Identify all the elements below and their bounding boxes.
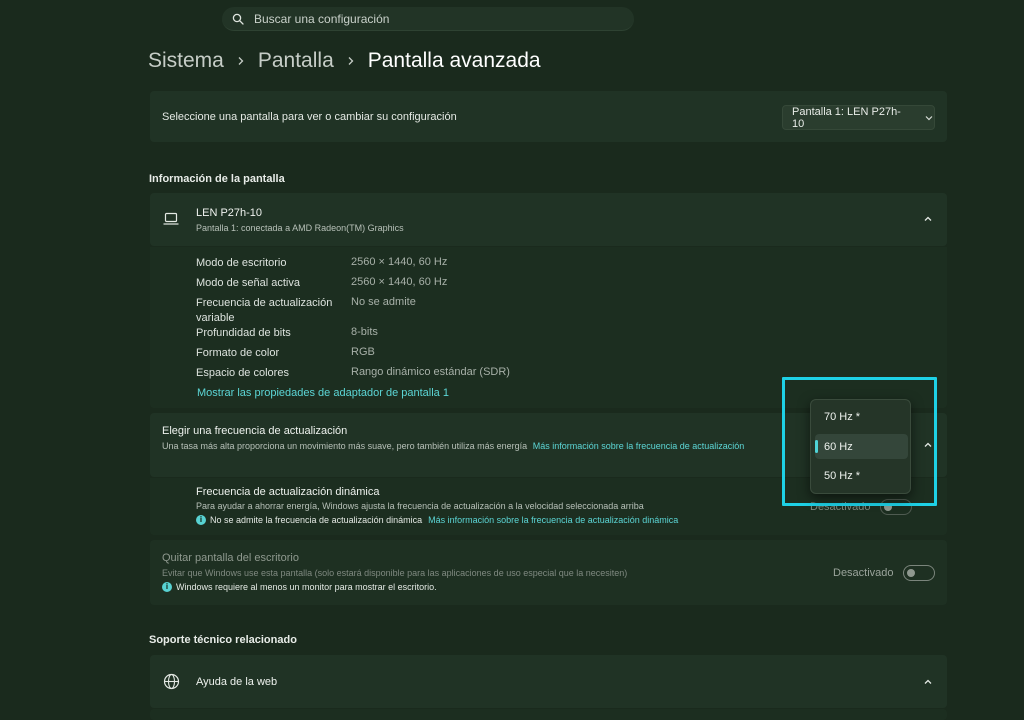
monitor-header[interactable] xyxy=(150,193,947,246)
breadcrumb: Sistema Pantalla Pantalla avanzada xyxy=(148,44,541,78)
dynamic-refresh-info: i No se admite la frecuencia de actualiz… xyxy=(196,515,678,525)
display-select[interactable]: Pantalla 1: LEN P27h-10 xyxy=(782,105,935,130)
detail-label: Profundidad de bits xyxy=(196,327,291,339)
dynamic-refresh-title: Frecuencia de actualización dinámica xyxy=(196,486,380,498)
remove-display-description: Evitar que Windows use esta pantalla (so… xyxy=(162,568,628,578)
section-title-display-info: Información de la pantalla xyxy=(149,173,285,185)
globe-icon xyxy=(163,673,180,690)
select-display-label: Seleccione una pantalla para ver o cambi… xyxy=(162,110,457,123)
chevron-right-icon xyxy=(224,56,258,66)
page-title: Pantalla avanzada xyxy=(367,49,541,72)
info-icon: i xyxy=(196,515,206,525)
refresh-option-60hz[interactable]: 60 Hz xyxy=(815,434,908,459)
dynamic-refresh-description: Para ayudar a ahorrar energía, Windows a… xyxy=(196,501,644,511)
detail-value: 8-bits xyxy=(351,326,378,338)
web-help-label: Ayuda de la web xyxy=(196,676,278,688)
remove-display-state: Desactivado xyxy=(833,567,894,579)
monitor-subtitle: Pantalla 1: conectada a AMD Radeon(TM) G… xyxy=(196,223,404,233)
adapter-properties-link[interactable]: Mostrar las propiedades de adaptador de … xyxy=(197,387,449,399)
detail-value: No se admite xyxy=(351,296,416,308)
refresh-rate-title: Elegir una frecuencia de actualización xyxy=(162,425,348,437)
chevron-right-icon xyxy=(334,56,368,66)
dynamic-refresh-info-text: No se admite la frecuencia de actualizac… xyxy=(210,515,423,525)
refresh-rate-menu: 70 Hz * 60 Hz 50 Hz * xyxy=(810,399,911,494)
detail-value: 2560 × 1440, 60 Hz xyxy=(351,276,448,288)
detail-label: Frecuencia de actualización variable xyxy=(196,297,333,324)
monitor-name: LEN P27h-10 xyxy=(196,207,263,219)
refresh-option-70hz[interactable]: 70 Hz * xyxy=(815,404,908,429)
laptop-icon xyxy=(163,212,179,225)
refresh-rate-info-link[interactable]: Más información sobre la frecuencia de a… xyxy=(533,441,745,451)
search-box[interactable] xyxy=(222,7,634,31)
remove-display-title: Quitar pantalla del escritorio xyxy=(162,552,299,564)
remove-display-info-text: Windows requiere al menos un monitor par… xyxy=(176,582,437,592)
search-icon xyxy=(232,13,244,25)
detail-value: RGB xyxy=(351,346,375,358)
info-icon: i xyxy=(162,582,172,592)
remove-display-toggle[interactable] xyxy=(903,565,935,581)
refresh-option-50hz[interactable]: 50 Hz * xyxy=(815,463,908,488)
detail-value: 2560 × 1440, 60 Hz xyxy=(351,256,448,268)
chevron-down-icon xyxy=(925,115,933,120)
chevron-up-icon[interactable] xyxy=(923,677,933,687)
detail-label: Espacio de colores xyxy=(196,367,289,379)
remove-display-info: i Windows requiere al menos un monitor p… xyxy=(162,582,437,592)
refresh-rate-description: Una tasa más alta proporciona un movimie… xyxy=(162,440,762,453)
breadcrumb-sistema[interactable]: Sistema xyxy=(148,49,224,73)
detail-label: Modo de escritorio xyxy=(196,257,287,269)
section-title-support: Soporte técnico relacionado xyxy=(149,634,297,646)
web-help-body xyxy=(150,709,947,720)
detail-label: Modo de señal activa xyxy=(196,277,300,289)
display-select-value: Pantalla 1: LEN P27h-10 xyxy=(792,105,901,130)
chevron-up-icon[interactable] xyxy=(923,214,933,224)
detail-label: Formato de color xyxy=(196,347,280,359)
refresh-rate-desc-text: Una tasa más alta proporciona un movimie… xyxy=(162,441,528,451)
dynamic-refresh-info-link[interactable]: Más información sobre la frecuencia de a… xyxy=(428,515,678,525)
breadcrumb-pantalla[interactable]: Pantalla xyxy=(258,49,334,73)
search-input[interactable] xyxy=(254,11,604,26)
detail-value: Rango dinámico estándar (SDR) xyxy=(351,366,510,378)
